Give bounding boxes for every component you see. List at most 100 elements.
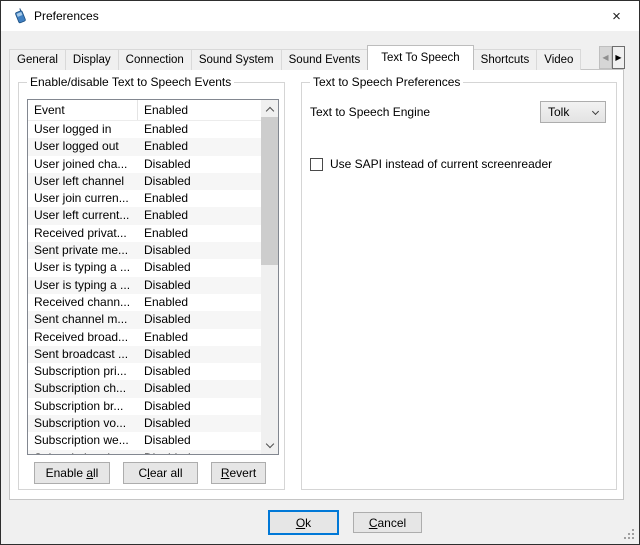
event-name: Received privat... (28, 225, 138, 242)
event-status: Disabled (138, 380, 261, 397)
tab-sound-events[interactable]: Sound Events (281, 49, 369, 70)
event-name: User left channel (28, 173, 138, 190)
tab-label: Sound Events (289, 54, 361, 66)
tab-video[interactable]: Video (536, 49, 581, 70)
scrollbar-thumb[interactable] (261, 117, 278, 265)
button-label-part: ancel (377, 516, 406, 530)
button-label-part: C (138, 466, 147, 480)
column-header-event[interactable]: Event (28, 100, 138, 120)
event-name: Sent channel m... (28, 311, 138, 328)
engine-label: Text to Speech Engine (310, 105, 430, 119)
revert-button[interactable]: Revert (211, 462, 266, 484)
grip-dots-icon (624, 529, 626, 531)
event-row[interactable]: Subscription we... Disabled (28, 432, 261, 449)
event-name: User logged in (28, 121, 138, 138)
event-name: User is typing a ... (28, 277, 138, 294)
event-row[interactable]: Subscription vo... Disabled (28, 415, 261, 432)
ok-button[interactable]: Ok (268, 510, 339, 535)
button-mnemonic: C (369, 516, 378, 530)
event-row[interactable]: User left current... Enabled (28, 207, 261, 224)
column-header-enabled[interactable]: Enabled (138, 100, 261, 120)
event-name: Subscription we... (28, 432, 138, 449)
list-scrollbar[interactable] (261, 100, 278, 454)
tab-label: Display (73, 54, 111, 66)
event-name: User logged out (28, 138, 138, 155)
event-status: Enabled (138, 190, 261, 207)
resize-grip[interactable] (624, 529, 636, 541)
tts-preferences-group-title: Text to Speech Preferences (310, 75, 463, 89)
tab-text-to-speech[interactable]: Text To Speech (367, 45, 473, 70)
event-name: Received broad... (28, 329, 138, 346)
button-mnemonic: O (296, 516, 305, 530)
event-status: Enabled (138, 121, 261, 138)
event-row[interactable]: Received chann... Enabled (28, 294, 261, 311)
engine-value: Tolk (548, 105, 569, 119)
event-row[interactable]: Received broad... Enabled (28, 329, 261, 346)
tts-events-list[interactable]: Event Enabled User logged in Enabled Use… (27, 99, 279, 455)
tab-sound-system[interactable]: Sound System (191, 49, 282, 70)
event-name: Sent broadcast ... (28, 346, 138, 363)
event-name: User joined cha... (28, 156, 138, 173)
engine-combobox[interactable]: Tolk (540, 101, 606, 123)
event-row[interactable]: User left channel Disabled (28, 173, 261, 190)
sapi-check-row: Use SAPI instead of current screenreader (310, 157, 552, 171)
event-row[interactable]: User logged in Enabled (28, 121, 261, 138)
event-row[interactable]: User is typing a ... Disabled (28, 277, 261, 294)
event-status: Disabled (138, 415, 261, 432)
tab-bar: General Display Connection Sound System … (9, 45, 599, 70)
cancel-button[interactable]: Cancel (353, 512, 422, 533)
window-title: Preferences (34, 1, 99, 31)
close-icon: × (612, 8, 621, 25)
tab-general[interactable]: General (9, 49, 66, 70)
button-mnemonic: R (221, 466, 230, 480)
left-arrow-icon: ◀ (602, 53, 608, 62)
event-name: Received chann... (28, 294, 138, 311)
chevron-down-icon (592, 107, 599, 114)
event-name: Subscription de... (28, 450, 138, 455)
tab-label: Connection (126, 54, 184, 66)
button-label-part: k (305, 516, 311, 530)
enable-all-button[interactable]: Enable all (34, 462, 110, 484)
list-rows: User logged in Enabled User logged out E… (28, 121, 261, 455)
event-row[interactable]: Subscription ch... Disabled (28, 380, 261, 397)
event-row[interactable]: User joined cha... Disabled (28, 156, 261, 173)
event-status: Disabled (138, 259, 261, 276)
tab-shortcuts[interactable]: Shortcuts (473, 49, 538, 70)
preferences-dialog: Preferences × General Display Connection… (0, 0, 640, 545)
event-row[interactable]: Sent channel m... Disabled (28, 311, 261, 328)
event-name: User is typing a ... (28, 259, 138, 276)
event-row[interactable]: Received privat... Enabled (28, 225, 261, 242)
event-status: Disabled (138, 432, 261, 449)
event-status: Disabled (138, 398, 261, 415)
chevron-down-icon (265, 439, 273, 447)
tab-label: Text To Speech (381, 52, 459, 64)
scroll-down-button[interactable] (261, 437, 278, 454)
button-mnemonic: a (86, 466, 93, 480)
close-button[interactable]: × (594, 1, 639, 31)
tab-display[interactable]: Display (65, 49, 119, 70)
event-name: Subscription pri... (28, 363, 138, 380)
event-name: User join curren... (28, 190, 138, 207)
sapi-checkbox-label[interactable]: Use SAPI instead of current screenreader (330, 157, 552, 171)
tab-connection[interactable]: Connection (118, 49, 192, 70)
tab-label: Video (544, 54, 573, 66)
event-row[interactable]: Subscription de... Disabled (28, 450, 261, 455)
event-row[interactable]: Sent broadcast ... Disabled (28, 346, 261, 363)
tab-scroll-right-button[interactable]: ▶ (612, 46, 625, 69)
chevron-up-icon (265, 106, 273, 114)
sapi-checkbox[interactable] (310, 158, 323, 171)
event-row[interactable]: User is typing a ... Disabled (28, 259, 261, 276)
event-row[interactable]: Subscription br... Disabled (28, 398, 261, 415)
tts-events-group-title: Enable/disable Text to Speech Events (27, 75, 234, 89)
tts-preferences-group: Text to Speech Preferences Text to Speec… (301, 82, 617, 490)
event-row[interactable]: Subscription pri... Disabled (28, 363, 261, 380)
clear-all-button[interactable]: Clear all (123, 462, 198, 484)
event-name: Subscription vo... (28, 415, 138, 432)
button-label-part: ear all (150, 466, 183, 480)
event-row[interactable]: User join curren... Enabled (28, 190, 261, 207)
event-row[interactable]: User logged out Enabled (28, 138, 261, 155)
scroll-up-button[interactable] (261, 100, 278, 117)
event-name: Subscription br... (28, 398, 138, 415)
event-row[interactable]: Sent private me... Disabled (28, 242, 261, 259)
list-header: Event Enabled (28, 100, 278, 121)
